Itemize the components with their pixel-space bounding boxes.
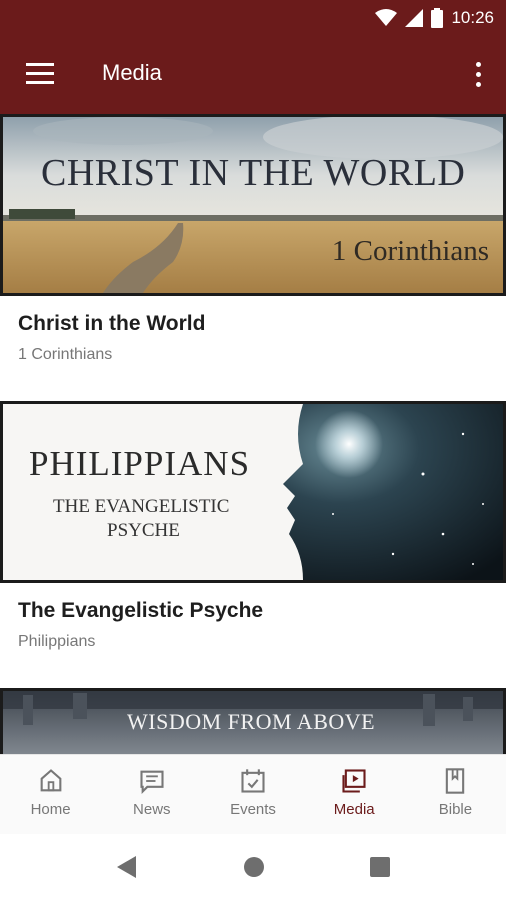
media-icon	[342, 769, 366, 793]
media-card-wisdom-from-above[interactable]: WISDOM FROM ABOVE	[0, 688, 506, 754]
media-title: The Evangelistic Psyche	[18, 599, 264, 622]
home-circle-icon[interactable]	[243, 856, 265, 878]
back-icon[interactable]	[116, 856, 138, 878]
media-subtitle: 1 Corinthians	[18, 346, 113, 363]
page-title: Media	[102, 60, 162, 85]
nav-bible-label: Bible	[438, 801, 473, 818]
recents-icon[interactable]	[369, 856, 391, 878]
banner-subtitle-line1: THE EVANGELISTIC	[53, 496, 230, 517]
status-time: 10:26	[451, 8, 494, 27]
cell-signal-icon	[405, 9, 424, 27]
series-banner-image: PHILIPPIANS THE EVANGELISTIC PSYCHE	[0, 401, 506, 583]
bible-icon	[446, 768, 465, 794]
media-card-evangelistic-psyche[interactable]: PHILIPPIANS THE EVANGELISTIC PSYCHE The …	[0, 401, 506, 689]
menu-button[interactable]	[26, 63, 54, 85]
nav-events-label: Events	[230, 801, 276, 818]
media-list: CHRIST IN THE WORLD 1 Corinthians Christ…	[0, 114, 506, 754]
nav-home[interactable]: Home	[0, 755, 101, 834]
banner-subtitle: 1 Corinthians	[331, 235, 489, 267]
system-navigation-bar	[0, 834, 506, 900]
banner-title: PHILIPPIANS	[29, 444, 251, 483]
app-bar: Media	[0, 36, 506, 114]
series-banner-image: WISDOM FROM ABOVE	[0, 688, 506, 754]
nav-events[interactable]: Events	[202, 755, 303, 834]
nav-media[interactable]: Media	[304, 755, 405, 834]
battery-icon	[431, 8, 444, 28]
news-icon	[140, 770, 164, 795]
banner-title: WISDOM FROM ABOVE	[127, 709, 376, 734]
media-title: Christ in the World	[18, 312, 206, 335]
status-icons: 10:26	[375, 8, 494, 28]
nav-bible[interactable]: Bible	[405, 755, 506, 834]
nav-home-label: Home	[30, 801, 71, 818]
overflow-menu-button[interactable]	[474, 62, 482, 88]
wifi-icon	[375, 9, 398, 26]
nav-news[interactable]: News	[101, 755, 202, 834]
status-bar: 10:26	[0, 0, 506, 36]
media-card-christ-in-the-world[interactable]: CHRIST IN THE WORLD 1 Corinthians Christ…	[0, 114, 506, 402]
home-icon	[40, 769, 61, 792]
events-icon	[241, 769, 265, 793]
series-banner-image: CHRIST IN THE WORLD 1 Corinthians	[0, 114, 506, 296]
banner-title: CHRIST IN THE WORLD	[41, 152, 466, 194]
banner-subtitle-line2: PSYCHE	[107, 520, 180, 541]
media-subtitle: Philippians	[18, 633, 96, 650]
nav-news-label: News	[133, 801, 171, 818]
nav-media-label: Media	[333, 801, 375, 818]
bottom-navigation: Home News Events Media Bible	[0, 754, 506, 834]
